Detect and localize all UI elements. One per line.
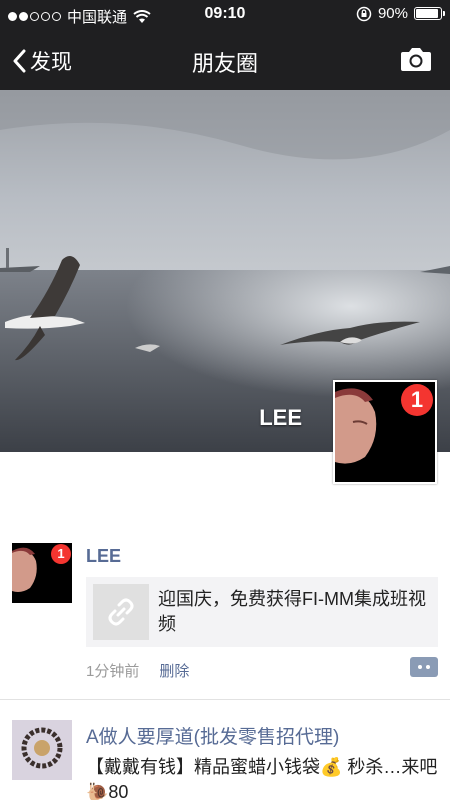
status-right: 90% [356, 5, 445, 22]
notification-badge: 1 [401, 384, 433, 416]
status-bar: 中国联通 09:10 90% [0, 0, 450, 30]
post-text: 【戴戴有钱】精品蜜蜡小钱袋💰 秒杀…来吧🐌80 [86, 757, 438, 800]
moment-post: A做人要厚道(批发零售招代理) 【戴戴有钱】精品蜜蜡小钱袋💰 秒杀…来吧🐌80 [0, 700, 450, 800]
battery-icon [414, 7, 445, 20]
page-title: 朋友圈 [191, 51, 258, 76]
cover-username: LEE [259, 405, 302, 430]
post-meta: 1分钟前 删除 [86, 660, 189, 681]
post-time: 1分钟前 [86, 663, 140, 680]
rotation-lock-icon [356, 6, 372, 21]
comment-menu-icon[interactable] [410, 657, 438, 677]
post-avatar[interactable]: 1 [12, 543, 72, 603]
moment-post: 1 LEE 迎国庆，免费获得FI-MM集成班视频 1分钟前 删除 [0, 540, 450, 700]
post-author[interactable]: LEE [86, 546, 121, 567]
link-icon [93, 584, 149, 640]
shared-link-card[interactable]: 迎国庆，免费获得FI-MM集成班视频 [86, 577, 438, 647]
post-author[interactable]: A做人要厚道(批发零售招代理) [86, 722, 339, 749]
profile-avatar[interactable]: 1 [333, 380, 437, 484]
nav-bar: 发现 朋友圈 [0, 30, 450, 90]
bracelet-avatar-image [12, 720, 72, 780]
camera-icon[interactable] [400, 46, 432, 72]
post-avatar[interactable] [12, 720, 72, 780]
delete-button[interactable]: 删除 [159, 660, 189, 681]
notification-badge: 1 [51, 544, 71, 564]
link-title: 迎国庆，免费获得FI-MM集成班视频 [158, 589, 426, 634]
battery-percent: 90% [377, 5, 408, 22]
